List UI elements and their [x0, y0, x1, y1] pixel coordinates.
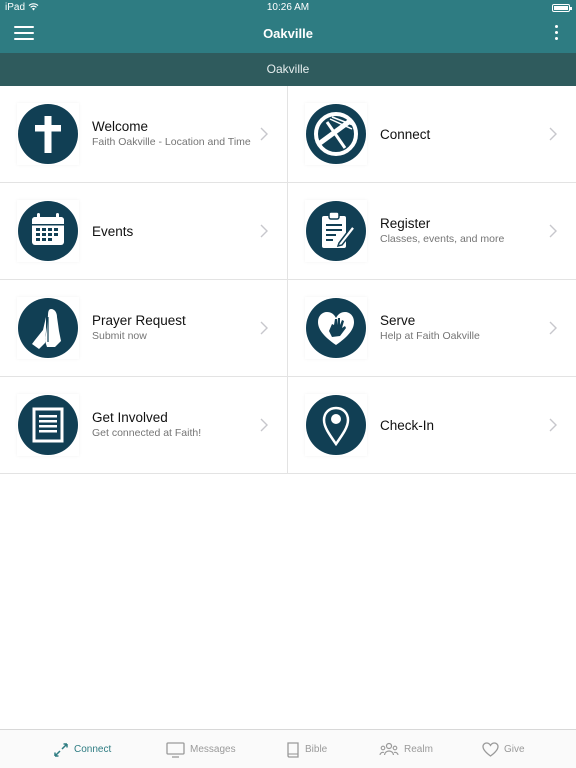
- chevron-right-icon: [549, 127, 557, 141]
- tile-title: Check-In: [380, 418, 435, 433]
- tile-welcome[interactable]: Welcome Faith Oakville - Location and Ti…: [0, 86, 288, 183]
- tile-get-involved[interactable]: Get Involved Get connected at Faith!: [0, 377, 288, 474]
- clock-label: 10:26 AM: [266, 2, 310, 13]
- tab-label: Messages: [190, 744, 236, 755]
- tile-subtitle: Submit now: [92, 330, 147, 343]
- heart-hand-icon: [305, 297, 367, 359]
- tile-subtitle: Help at Faith Oakville: [380, 330, 480, 343]
- people-icon: [379, 742, 399, 757]
- tab-label: Realm: [404, 744, 433, 755]
- tile-subtitle: Faith Oakville - Location and Time: [92, 136, 251, 149]
- location-banner[interactable]: Oakville: [0, 53, 576, 86]
- tab-realm[interactable]: Realm: [379, 730, 433, 768]
- chevron-right-icon: [260, 321, 268, 335]
- tile-connect[interactable]: Connect: [288, 86, 576, 183]
- status-bar: iPad 10:26 AM: [0, 0, 576, 16]
- tab-label: Bible: [305, 744, 328, 755]
- connect-logo-icon: [305, 103, 367, 165]
- tile-subtitle: Get connected at Faith!: [92, 427, 202, 440]
- chevron-right-icon: [549, 418, 557, 432]
- header-bar: iPad 10:26 AM Oakville: [0, 0, 576, 53]
- tile-title: Get Involved: [92, 410, 168, 426]
- tab-bible[interactable]: Bible: [286, 730, 327, 768]
- chevron-right-icon: [260, 224, 268, 238]
- tile-title: Events: [92, 224, 134, 239]
- tile-register[interactable]: Register Classes, events, and more: [288, 183, 576, 280]
- tile-title: Prayer Request: [92, 313, 186, 329]
- tab-connect[interactable]: Connect: [53, 730, 111, 768]
- praying-hands-icon: [17, 297, 79, 359]
- more-options-icon[interactable]: [552, 25, 560, 43]
- bottom-tab-bar: Connect Messages Bible Realm Give: [0, 729, 576, 768]
- tile-title: Serve: [380, 313, 416, 329]
- chevron-right-icon: [549, 224, 557, 238]
- heart-icon: [482, 742, 499, 757]
- clipboard-icon: [305, 200, 367, 262]
- tab-messages[interactable]: Messages: [166, 730, 236, 768]
- calendar-icon: [17, 200, 79, 262]
- map-pin-icon: [305, 394, 367, 456]
- tab-give[interactable]: Give: [482, 730, 525, 768]
- cross-icon: [17, 103, 79, 165]
- tile-title: Welcome: [92, 119, 149, 135]
- tab-label: Give: [504, 744, 525, 755]
- tile-subtitle: Classes, events, and more: [380, 233, 505, 246]
- battery-icon: [552, 4, 572, 12]
- chevron-right-icon: [549, 321, 557, 335]
- document-icon: [17, 394, 79, 456]
- tile-events[interactable]: Events: [0, 183, 288, 280]
- connect-arrows-icon: [53, 742, 69, 758]
- tile-check-in[interactable]: Check-In: [288, 377, 576, 474]
- tab-label: Connect: [74, 744, 112, 755]
- tile-title: Connect: [380, 127, 431, 142]
- tile-serve[interactable]: Serve Help at Faith Oakville: [288, 280, 576, 377]
- tile-prayer-request[interactable]: Prayer Request Submit now: [0, 280, 288, 377]
- book-icon: [286, 741, 300, 758]
- chevron-right-icon: [260, 127, 268, 141]
- chevron-right-icon: [260, 418, 268, 432]
- tile-title: Register: [380, 216, 431, 232]
- page-title: Oakville: [263, 26, 313, 41]
- monitor-icon: [166, 741, 185, 758]
